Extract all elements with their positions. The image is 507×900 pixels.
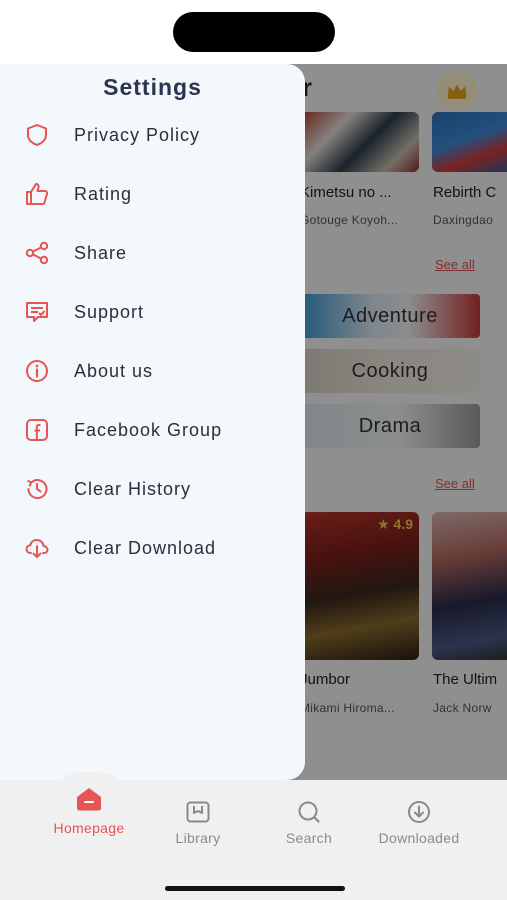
menu-item-facebook-group[interactable]: Facebook Group (20, 410, 290, 450)
menu-item-share[interactable]: Share (20, 233, 290, 273)
home-icon (77, 788, 101, 811)
bottom-navigation: Homepage Library Search Downloaded (0, 772, 507, 900)
menu-item-label: Clear Download (74, 537, 217, 558)
dynamic-island (173, 12, 335, 52)
menu-item-label: Rating (74, 183, 133, 204)
history-icon (20, 472, 54, 506)
menu-item-label: Share (74, 242, 128, 263)
support-chat-icon (20, 295, 54, 329)
settings-drawer: Settings Privacy Policy Rating Share Sup… (0, 64, 305, 780)
thumbs-up-icon (20, 177, 54, 211)
menu-item-privacy-policy[interactable]: Privacy Policy (20, 115, 290, 155)
menu-item-about-us[interactable]: About us (20, 351, 290, 391)
library-icon (186, 801, 210, 823)
menu-item-clear-history[interactable]: Clear History (20, 469, 290, 509)
download-icon (408, 801, 430, 823)
nav-tab-label: Downloaded (378, 830, 460, 846)
nav-tab-label: Homepage (53, 820, 125, 836)
menu-item-label: About us (74, 360, 154, 381)
shield-icon (20, 118, 54, 152)
share-icon (20, 236, 54, 270)
menu-item-clear-download[interactable]: Clear Download (20, 528, 290, 568)
nav-tab-label: Search (285, 830, 333, 846)
status-bar (0, 0, 507, 64)
nav-tab-search[interactable]: Search (259, 800, 359, 846)
nav-tab-label: Library (175, 830, 221, 846)
home-indicator (165, 886, 345, 891)
nav-tab-homepage[interactable]: Homepage (39, 786, 139, 836)
facebook-icon (20, 413, 54, 447)
menu-item-label: Privacy Policy (74, 124, 201, 145)
nav-tab-downloaded[interactable]: Downloaded (369, 800, 469, 846)
menu-item-support[interactable]: Support (20, 292, 290, 332)
nav-tab-library[interactable]: Library (148, 800, 248, 846)
menu-item-label: Clear History (74, 478, 192, 499)
search-icon (298, 801, 320, 823)
menu-item-rating[interactable]: Rating (20, 174, 290, 214)
menu-item-label: Support (74, 301, 145, 322)
menu-item-label: Facebook Group (74, 419, 223, 440)
info-icon (20, 354, 54, 388)
cloud-download-icon (20, 531, 54, 565)
drawer-title: Settings (103, 74, 202, 100)
